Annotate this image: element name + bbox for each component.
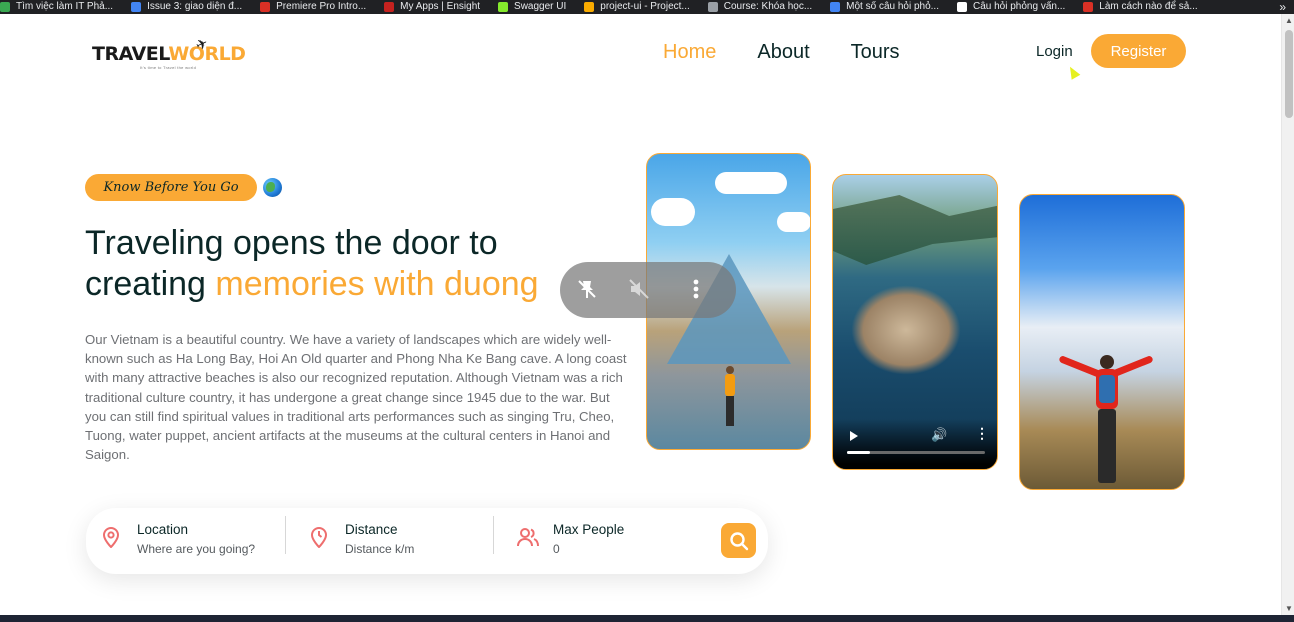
field-divider [285,516,286,554]
hero-headline: Traveling opens the door to creating mem… [85,223,605,305]
bookmark-label: Premiere Pro Intro... [276,1,367,12]
hero-subtitle-badge: Know Before You Go [85,174,257,201]
scroll-down-icon[interactable]: ▼ [1285,604,1293,613]
bookmark-label: project-ui - Project... [600,1,690,12]
tourist-figure [723,366,737,428]
bookmark-favicon-icon [584,2,595,12]
field-divider [493,516,494,554]
nav-about[interactable]: About [757,40,809,64]
unpin-icon[interactable] [576,278,598,300]
bookmark-favicon-icon [957,2,967,12]
bookmark-item[interactable]: Câu hỏi phỏng vấn... [957,0,1065,14]
bookmark-label: Swagger UI [514,1,567,12]
video-overlay-controls [560,262,736,318]
headline-line2-start: creating [85,265,206,303]
hero-description: Our Vietnam is a beautiful country. We h… [85,332,627,463]
bookmark-item[interactable]: Swagger UI [498,0,566,14]
bookmark-favicon-icon [1083,2,1094,12]
distance-input[interactable]: Distance k/m [345,542,414,556]
volume-icon[interactable]: 🔊 [931,427,947,443]
logo-text-travel: TRAVEL [92,43,169,65]
bookmark-favicon-icon [0,2,10,12]
fortress-shape [851,285,961,375]
nav-tours[interactable]: Tours [851,40,900,64]
bookmark-label: Một số câu hỏi phỏ... [846,1,939,12]
register-button[interactable]: Register [1091,34,1186,68]
mouse-cursor-icon [1065,64,1081,80]
bookmark-item[interactable]: Course: Khóa học... [707,0,813,14]
taskbar-strip [0,615,1294,622]
scrollbar-thumb[interactable] [1285,30,1293,118]
nav-home[interactable]: Home [663,40,716,64]
bookmarks-bar: Tìm việc làm IT Phả... Issue 3: giao diện… [0,0,1294,14]
bookmark-item[interactable]: My Apps | Ensight [384,0,480,14]
play-icon[interactable] [850,431,858,441]
distance-field[interactable]: Distance Distance k/m [309,522,489,562]
hero-image-mountain [1019,194,1185,490]
distance-label: Distance [345,522,398,537]
bookmark-item[interactable]: Premiere Pro Intro... [260,0,366,14]
bookmark-favicon-icon [830,2,841,12]
search-icon [729,531,749,551]
bookmark-favicon-icon [384,2,395,12]
cloud-shape [777,212,810,232]
search-bar: Location Where are you going? Distance D… [86,508,768,574]
max-people-input[interactable]: 0 [553,542,560,556]
scroll-up-icon[interactable]: ▲ [1285,16,1293,25]
video-progress-fill [847,451,871,454]
bookmark-item[interactable]: Tìm việc làm IT Phả... [0,0,113,14]
main-nav: Home About Tours [663,40,900,64]
bookmark-favicon-icon [131,2,142,12]
bookmark-item[interactable]: Một số câu hỏi phỏ... [830,0,939,14]
map-pin-icon [101,526,121,548]
hero-video-island[interactable]: 🔊 ⋮ [832,174,998,470]
more-options-icon[interactable] [692,278,700,300]
logo-tagline: It's time to Travel the world [140,65,197,70]
location-input[interactable]: Where are you going? [137,542,255,556]
bookmark-item[interactable]: project-ui - Project... [584,0,690,14]
max-people-label: Max People [553,522,625,537]
bookmark-favicon-icon [498,2,509,12]
hiker-figure [1058,355,1154,489]
more-options-icon[interactable]: ⋮ [975,425,989,442]
bookmark-item[interactable]: Làm cách nào để sả... [1083,0,1198,14]
search-button[interactable] [721,523,756,558]
page-scrollbar[interactable]: ▲ ▼ [1281,14,1294,615]
site-logo[interactable]: TRAVELWORLD ✈ It's time to Travel the wo… [92,34,246,74]
max-people-field[interactable]: Max People 0 [517,522,697,562]
bookmark-label: Làm cách nào để sả... [1099,1,1198,12]
location-label: Location [137,522,189,537]
cloud-shape [715,172,787,194]
logo-wordmark: TRAVELWORLD [92,43,246,65]
page-viewport: TRAVELWORLD ✈ It's time to Travel the wo… [0,14,1281,615]
map-pin-distance-icon [309,526,329,548]
landmass-shape [833,195,997,265]
bookmark-item[interactable]: Issue 3: giao diện đ... [131,0,242,14]
video-controls: 🔊 ⋮ [833,419,997,469]
cloud-shape [651,198,695,226]
bookmark-label: Câu hỏi phỏng vấn... [973,1,1066,12]
video-progress-track[interactable] [847,451,985,454]
headline-line1: Traveling opens the door to [85,224,498,262]
login-button[interactable]: Login [1036,43,1073,60]
bookmark-favicon-icon [260,2,271,12]
headline-highlight: memories with duong [215,265,539,303]
bookmark-label: Issue 3: giao diện đ... [147,1,243,12]
bookmark-label: Course: Khóa học... [723,1,813,12]
bookmark-favicon-icon [707,2,718,12]
bookmarks-overflow-icon[interactable]: » [1279,0,1286,14]
location-field[interactable]: Location Where are you going? [101,522,281,562]
bookmark-label: My Apps | Ensight [400,1,481,12]
group-icon [517,526,539,548]
bookmark-label: Tìm việc làm IT Phả... [16,1,114,12]
globe-icon [263,178,282,197]
mute-icon[interactable] [628,278,650,300]
